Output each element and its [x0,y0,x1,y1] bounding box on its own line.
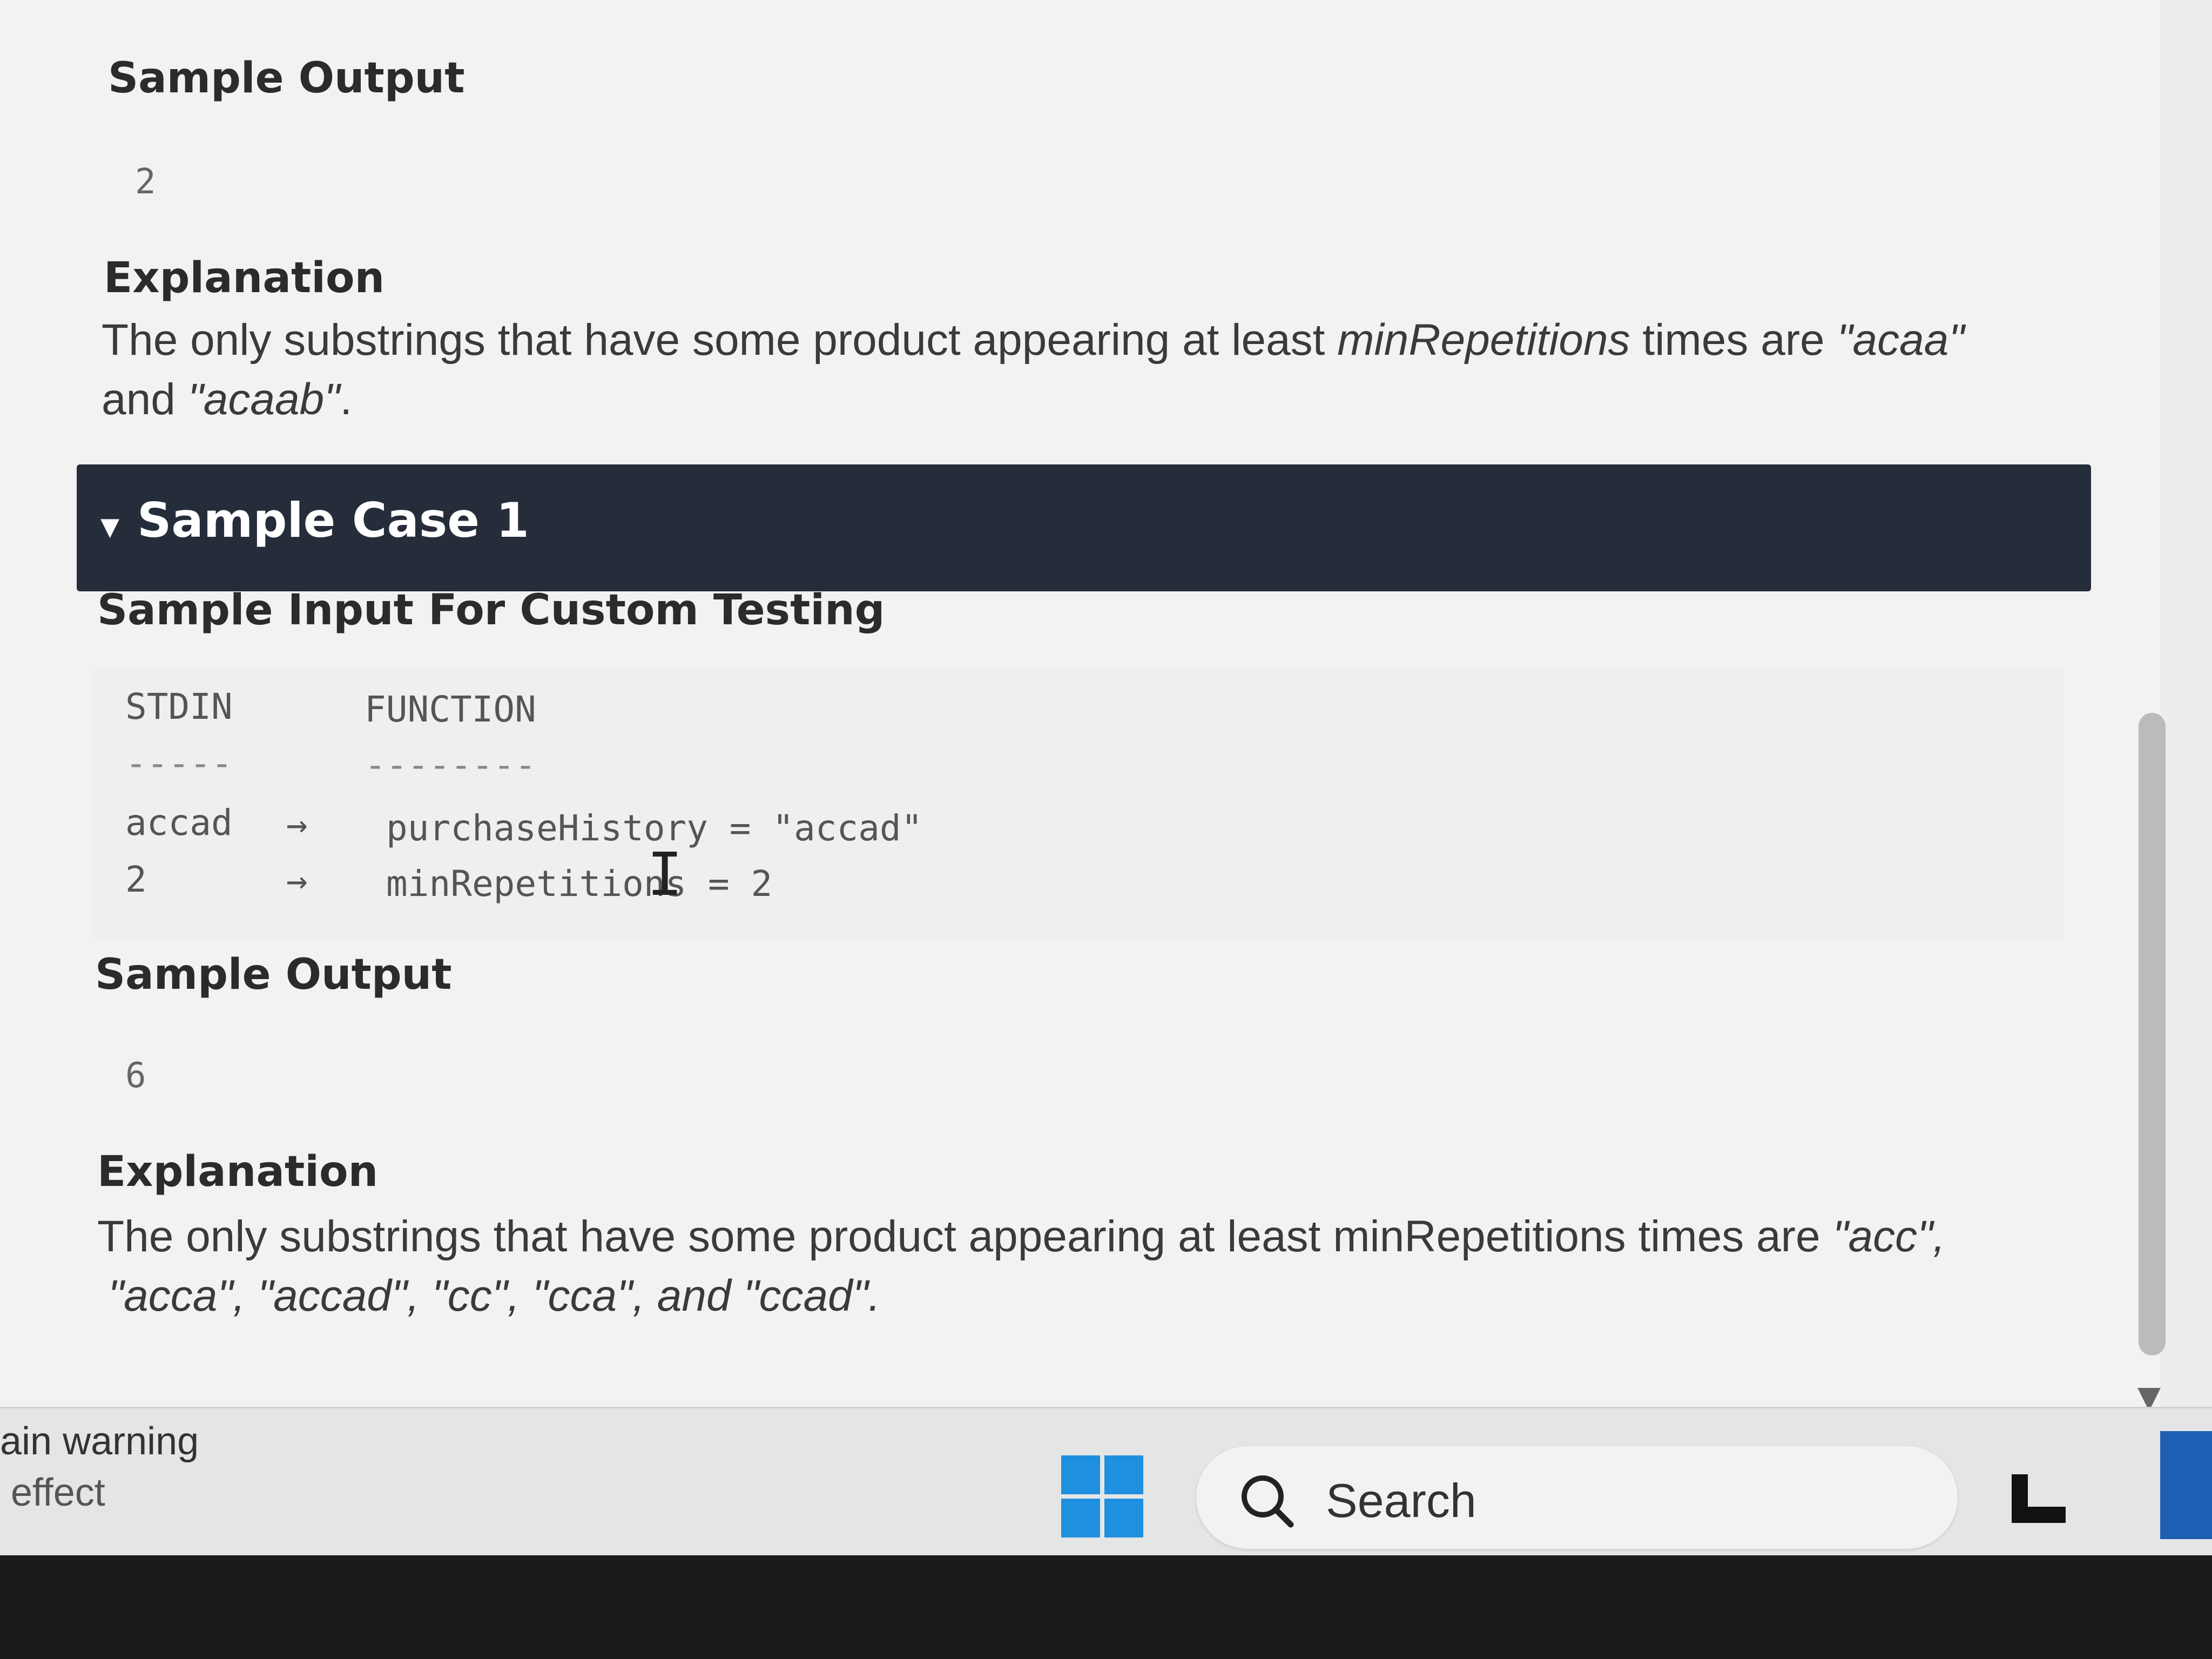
sample-input-heading: Sample Input For Custom Testing [97,586,885,635]
stdin-row-2: 2 [125,859,147,900]
stdin-column-header: STDIN [125,686,233,727]
vertical-scrollbar[interactable] [2139,713,2166,1355]
search-label: Search [1326,1474,1476,1527]
stdin-separator: ----- [125,743,233,784]
function-column-header: FUNCTION [365,689,536,730]
explanation-0-period: . [340,375,353,424]
explanation-1-quote: "acc", [1832,1212,1945,1261]
explanation-0-and: and [102,375,176,424]
arrow-icon: → [286,804,308,845]
arrow-icon: → [286,860,308,901]
sample-output-value-1: 6 [125,1056,146,1096]
sample-output-value-0: 2 [135,162,156,202]
taskbar-search-box[interactable]: Search [1196,1446,1958,1549]
sample-output-heading-0: Sample Output [108,54,465,103]
problem-content: Sample Output 2 Explanation The only sub… [0,0,2166,1415]
text-cursor-icon: I [647,840,683,909]
search-icon [1242,1475,1294,1528]
windows-start-icon[interactable] [1061,1455,1143,1537]
explanation-text-1-line1: The only substrings that have some produ… [97,1207,1945,1266]
explanation-text-0-line2: and "acaab". [102,370,352,429]
explanation-text-1-line2: "acca", "accad", "cc", "cca", and "ccad"… [108,1266,881,1326]
explanation-text-0-line1: The only substrings that have some produ… [102,311,1964,370]
taskbar-app-icon[interactable] [2009,1469,2068,1528]
explanation-0-part1: The only substrings that have some produ… [102,315,1325,365]
function-row-2: minRepetitions = 2 [386,863,773,905]
taskbar-app-icon-partial[interactable] [2160,1431,2212,1539]
stdin-row-1: accad [125,802,233,844]
sample-output-heading-1: Sample Output [95,950,452,999]
explanation-heading-1: Explanation [97,1148,379,1196]
notification-line2: effect [11,1471,105,1514]
collapse-triangle-icon[interactable]: ▾ [100,503,119,548]
screen: Sample Output 2 Explanation The only sub… [0,0,2212,1555]
explanation-heading-0: Explanation [104,254,385,302]
explanation-0-quote1: "acaa" [1837,315,1965,365]
sample-case-1-title: Sample Case 1 [137,493,529,548]
explanation-1-text: The only substrings that have some produ… [97,1212,1820,1261]
explanation-0-var: minRepetitions [1337,315,1630,365]
explanation-0-quote2: "acaab" [187,375,340,424]
function-separator: -------- [365,744,536,786]
notification-line1: ain warning [0,1420,199,1463]
sample-case-1-banner[interactable]: ▾ Sample Case 1 [77,464,2091,591]
explanation-0-part2: times are [1642,315,1825,365]
explanation-1-quotes: "acca", "accad", "cc", "cca", and "ccad"… [108,1271,881,1320]
